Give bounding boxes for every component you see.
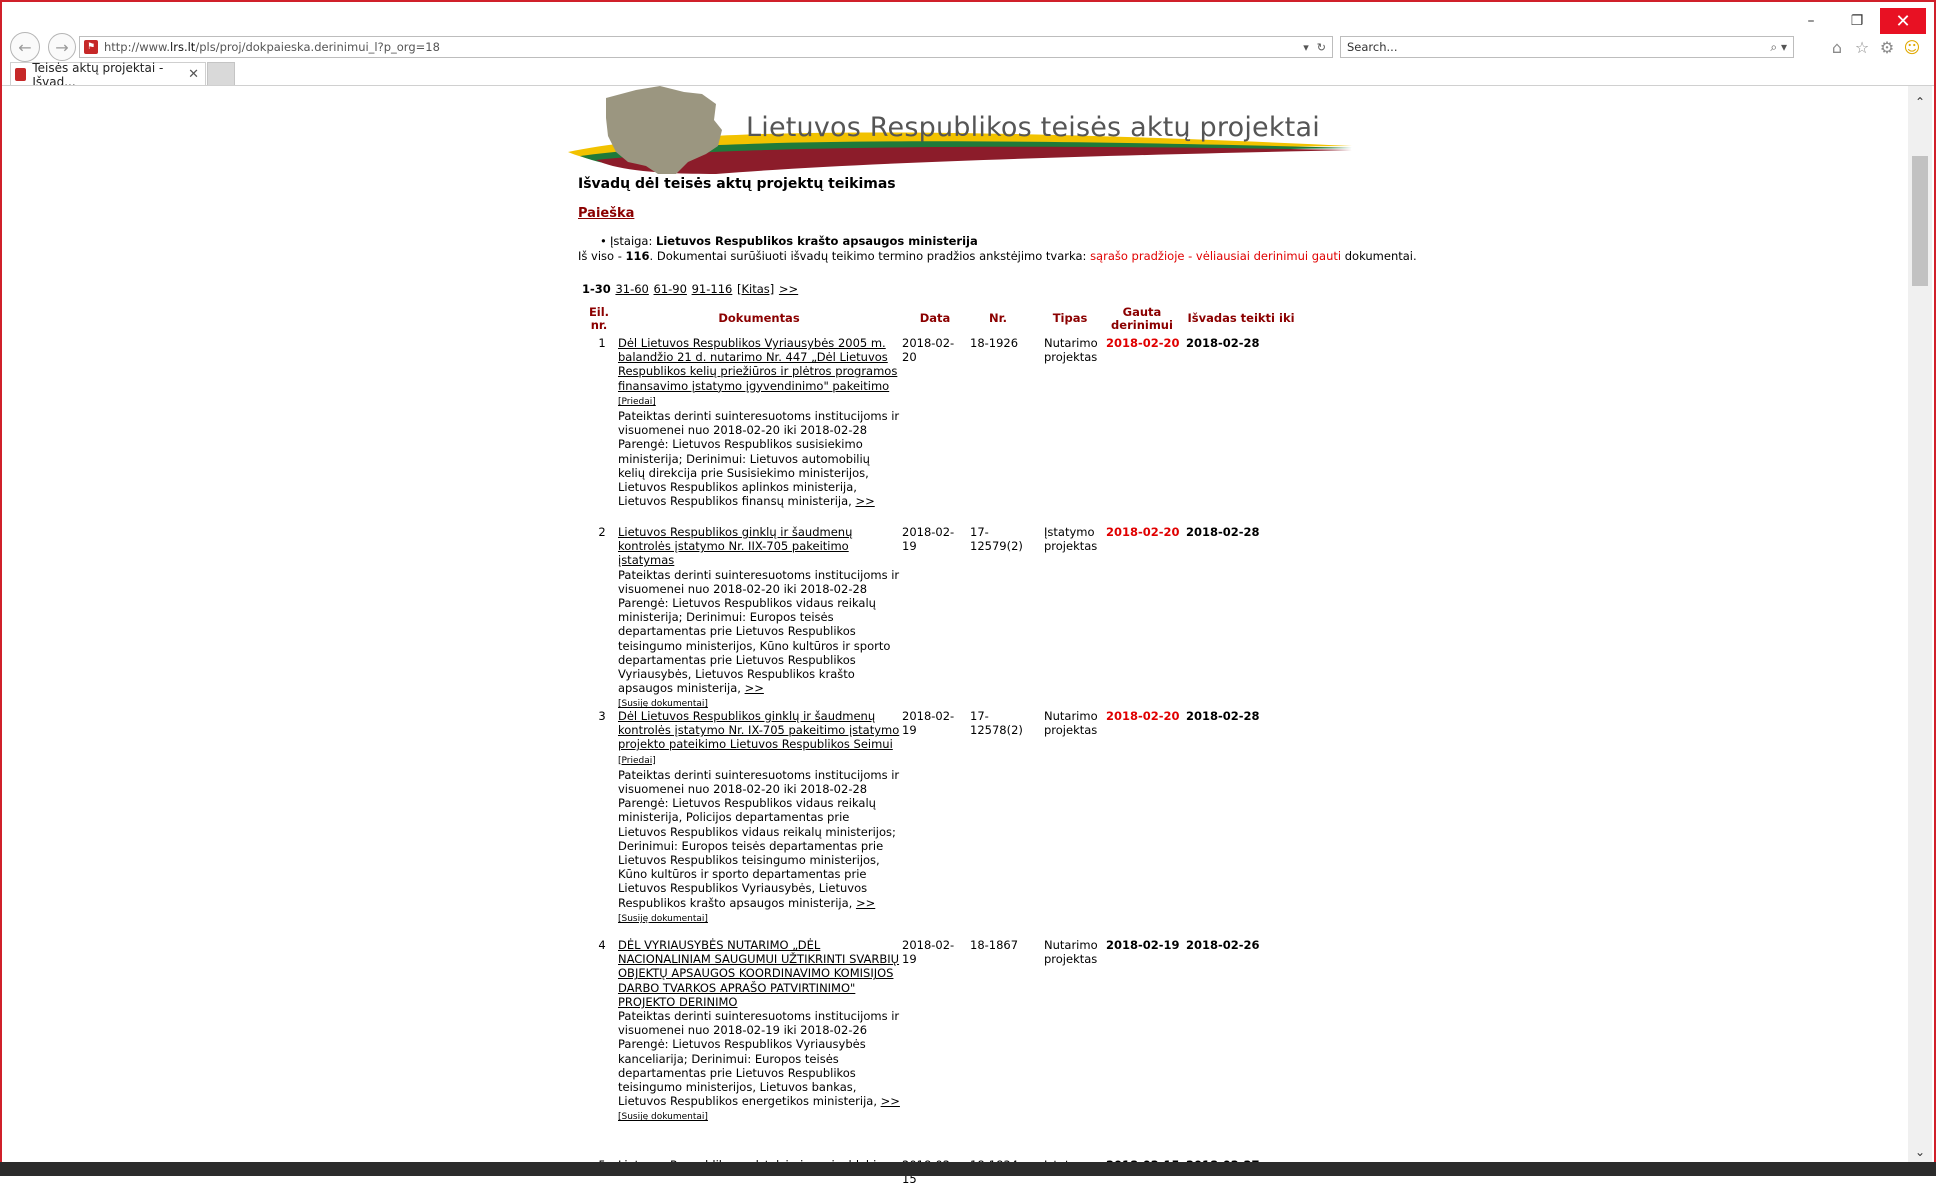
smiley-icon[interactable]: ☺	[1902, 37, 1922, 57]
document-link[interactable]: Dėl Lietuvos Respublikos ginklų ir šaudm…	[618, 709, 899, 751]
row-number: 4	[598, 938, 606, 952]
header-date: Data	[919, 311, 951, 325]
deadline-date: 2018-02-28	[1186, 336, 1260, 350]
document-date: 2018-02-19	[902, 938, 955, 967]
forward-button[interactable]: →	[48, 33, 76, 61]
related-documents-link[interactable]: [Susiję dokumentai]	[618, 1112, 708, 1122]
sort-order-note: sąrašo pradžioje - vėliausiai derinimui …	[1090, 249, 1342, 263]
document-cell: DĖL VYRIAUSYBĖS NUTARIMO „DĖL NACIONALIN…	[618, 938, 900, 1125]
page-link-31-60[interactable]: 31-60	[615, 282, 648, 296]
page-content: Lietuvos Respublikos teisės aktų projekt…	[566, 86, 1417, 1186]
home-icon[interactable]: ⌂	[1827, 37, 1847, 57]
document-type: Nutarimo projektas	[1044, 336, 1098, 364]
tab-favicon-icon	[15, 68, 27, 81]
page-link-last[interactable]: >>	[779, 282, 798, 296]
address-dropdown-icon[interactable]: ▾	[1303, 41, 1309, 54]
document-type: Įstatymo projektas	[1044, 525, 1098, 553]
search-dropdown-icon[interactable]: ▾	[1781, 40, 1787, 54]
document-cell: Lietuvos Respublikos ginklų ir šaudmenų …	[618, 525, 900, 712]
institution-name: Lietuvos Respublikos krašto apsaugos min…	[656, 234, 978, 248]
header-received: Gauta derinimui	[1111, 305, 1173, 332]
taskbar-strip	[0, 1162, 1936, 1176]
page-current: 1-30	[582, 282, 611, 296]
back-icon: ←	[18, 37, 32, 57]
gear-icon[interactable]: ⚙	[1877, 37, 1897, 57]
header-type: Tipas	[1052, 311, 1088, 325]
browser-tab-active[interactable]: Teisės aktų projektai - Išvad... ✕	[10, 61, 206, 89]
document-number: 17-12579(2)	[970, 525, 1023, 554]
document-number: 17-12578(2)	[970, 709, 1023, 738]
refresh-icon[interactable]: ↻	[1317, 41, 1326, 54]
attachments-link[interactable]: [Priedai]	[618, 397, 656, 407]
page-link-91-116[interactable]: 91-116	[692, 282, 733, 296]
search-link[interactable]: Paieška	[578, 206, 634, 221]
deadline-date: 2018-02-26	[1186, 938, 1260, 952]
minimize-button[interactable]: –	[1788, 8, 1834, 34]
search-placeholder: Search...	[1347, 40, 1398, 54]
more-link[interactable]: >>	[856, 896, 875, 910]
page-link-next[interactable]: [Kitas]	[737, 282, 774, 296]
document-type: Nutarimo projektas	[1044, 709, 1098, 737]
document-cell: Dėl Lietuvos Respublikos Vyriausybės 200…	[618, 336, 900, 508]
search-box[interactable]: Search... ⌕ ▾	[1340, 36, 1794, 58]
related-documents-link[interactable]: [Susiję dokumentai]	[618, 914, 708, 924]
deadline-date: 2018-02-28	[1186, 709, 1260, 723]
received-date: 2018-02-19	[1106, 938, 1180, 952]
received-date: 2018-02-20	[1106, 336, 1180, 350]
document-cell: Dėl Lietuvos Respublikos ginklų ir šaudm…	[618, 709, 900, 926]
scroll-thumb[interactable]	[1912, 156, 1928, 286]
site-banner: Lietuvos Respublikos teisės aktų projekt…	[566, 86, 1356, 178]
document-link[interactable]: DĖL VYRIAUSYBĖS NUTARIMO „DĖL NACIONALIN…	[618, 938, 899, 1009]
new-tab-button[interactable]	[207, 62, 235, 86]
vertical-scrollbar[interactable]: ⌃ ⌄	[1908, 86, 1932, 1162]
row-number: 1	[598, 336, 606, 350]
document-description: Pateiktas derinti suinteresuotoms instit…	[618, 567, 900, 696]
page-link-61-90[interactable]: 61-90	[654, 282, 687, 296]
header-nr: Nr.	[988, 311, 1008, 325]
row-number: 3	[598, 709, 606, 723]
address-bar[interactable]: ⚑ http://www.lrs.lt/pls/proj/dokpaieska.…	[79, 36, 1333, 58]
star-icon[interactable]: ☆	[1852, 37, 1872, 57]
document-description: Pateiktas derinti suinteresuotoms instit…	[618, 1009, 900, 1109]
more-link[interactable]: >>	[881, 1094, 900, 1108]
page-heading: Išvadų dėl teisės aktų projektų teikimas	[578, 176, 896, 192]
pagination: 1-30 31-60 61-90 91-116 [Kitas] >>	[582, 282, 798, 296]
institution-filter: Įstaiga: Lietuvos Respublikos krašto aps…	[600, 234, 978, 248]
more-link[interactable]: >>	[745, 681, 764, 695]
header-document: Dokumentas	[718, 311, 800, 325]
attachments-link[interactable]: [Priedai]	[618, 756, 656, 766]
received-date: 2018-02-20	[1106, 525, 1180, 539]
url-text: http://www.lrs.lt/pls/proj/dokpaieska.de…	[104, 40, 440, 54]
document-date: 2018-02-19	[902, 709, 955, 738]
forward-icon: →	[55, 37, 69, 57]
document-date: 2018-02-20	[902, 336, 955, 365]
back-button[interactable]: ←	[10, 32, 40, 62]
close-window-button[interactable]: ✕	[1880, 8, 1926, 34]
document-link[interactable]: Lietuvos Respublikos ginklų ir šaudmenų …	[618, 525, 852, 567]
more-link[interactable]: >>	[855, 494, 874, 508]
scroll-up-icon[interactable]: ⌃	[1908, 92, 1932, 112]
results-summary: Iš viso - 116. Dokumentai surūšiuoti išv…	[578, 249, 1417, 263]
tab-close-icon[interactable]: ✕	[188, 67, 199, 82]
received-date: 2018-02-20	[1106, 709, 1180, 723]
deadline-date: 2018-02-28	[1186, 525, 1260, 539]
site-title: Lietuvos Respublikos teisės aktų projekt…	[746, 112, 1320, 143]
row-number: 2	[598, 525, 606, 539]
document-description: Pateiktas derinti suinteresuotoms instit…	[618, 767, 900, 910]
document-type: Nutarimo projektas	[1044, 938, 1098, 966]
document-number: 18-1867	[970, 938, 1019, 952]
search-icon[interactable]: ⌕	[1770, 40, 1777, 54]
document-date: 2018-02-19	[902, 525, 955, 554]
header-no: Eil. nr.	[588, 305, 610, 332]
document-link[interactable]: Dėl Lietuvos Respublikos Vyriausybės 200…	[618, 336, 897, 393]
header-deadline: Išvadas teikti iki	[1187, 311, 1295, 325]
results-total: 116	[625, 249, 650, 263]
related-documents-link[interactable]: [Susiję dokumentai]	[618, 699, 708, 709]
site-favicon-icon: ⚑	[84, 40, 98, 54]
document-number: 18-1926	[970, 336, 1019, 350]
restore-button[interactable]: ❐	[1834, 8, 1880, 34]
scroll-down-icon[interactable]: ⌄	[1908, 1142, 1932, 1162]
